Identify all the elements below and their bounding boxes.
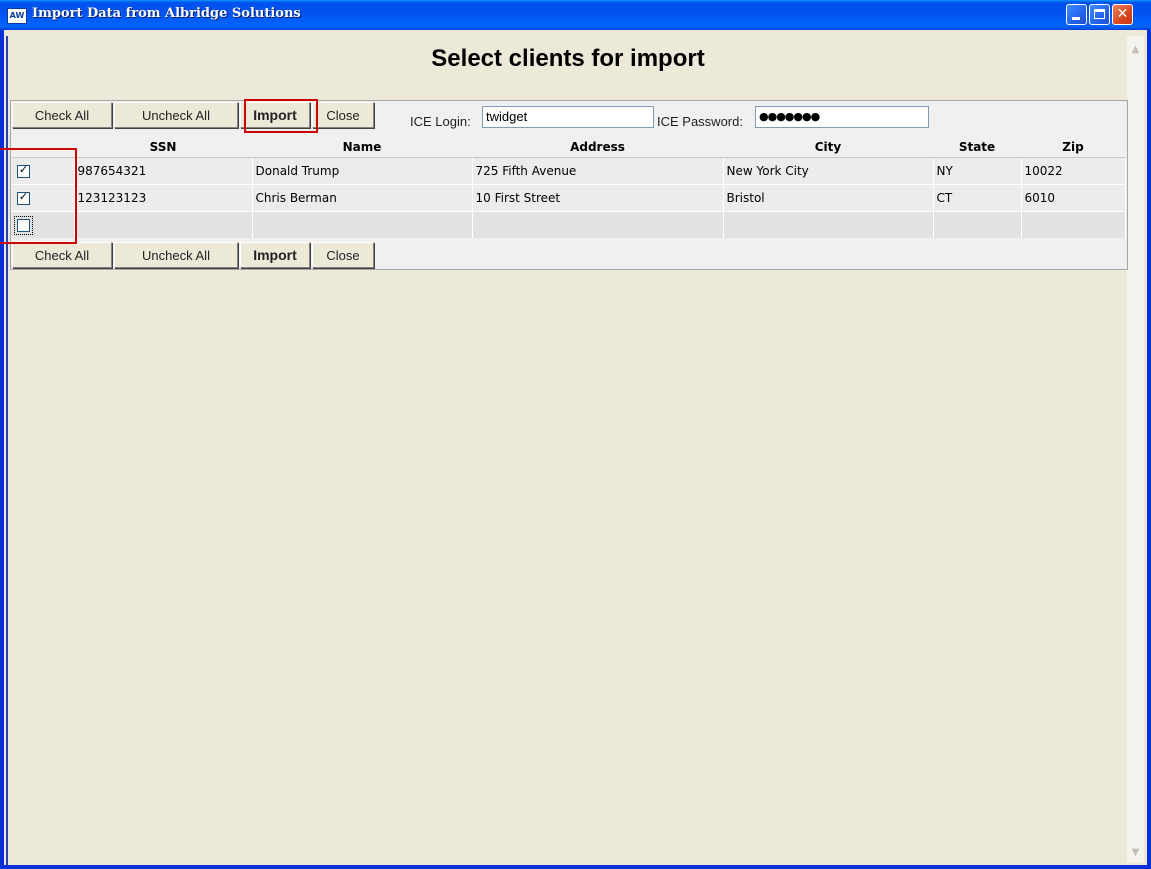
- name-cell[interactable]: Chris Berman: [252, 184, 473, 212]
- column-header-state[interactable]: State: [933, 137, 1021, 158]
- checkbox-highlight-box: [0, 148, 77, 244]
- column-header-ssn[interactable]: SSN: [74, 137, 252, 158]
- ssn-cell[interactable]: 123123123: [74, 184, 253, 212]
- uncheck-all-button[interactable]: Uncheck All: [114, 102, 238, 128]
- ice-login-label: ICE Login:: [410, 114, 471, 129]
- column-header-address[interactable]: Address: [472, 137, 723, 158]
- ssn-cell[interactable]: 987654321: [74, 157, 253, 185]
- name-cell[interactable]: Donald Trump: [252, 157, 473, 185]
- uncheck-all-button[interactable]: Uncheck All: [114, 242, 238, 268]
- ssn-cell[interactable]: [74, 211, 253, 238]
- address-cell[interactable]: 725 Fifth Avenue: [472, 157, 724, 185]
- maximize-button[interactable]: [1089, 4, 1110, 25]
- window-frame-bottom: [0, 865, 1151, 869]
- ice-login-input[interactable]: twidget: [482, 106, 654, 128]
- zip-cell[interactable]: [1021, 211, 1126, 238]
- minimize-button[interactable]: [1066, 4, 1087, 25]
- zip-cell[interactable]: 6010: [1021, 184, 1126, 212]
- address-cell[interactable]: 10 First Street: [472, 184, 724, 212]
- title-bar[interactable]: AW Import Data from Albridge Solutions ✕: [0, 0, 1151, 30]
- window-close-button[interactable]: ✕: [1112, 4, 1133, 25]
- scroll-up-icon[interactable]: ▲: [1128, 42, 1143, 57]
- check-all-button[interactable]: Check All: [12, 242, 112, 268]
- app-icon: AW: [7, 8, 27, 24]
- state-cell[interactable]: NY: [933, 157, 1022, 185]
- scroll-down-icon[interactable]: ▼: [1128, 845, 1143, 860]
- minimize-icon: [1072, 17, 1080, 20]
- ice-password-label: ICE Password:: [657, 114, 743, 129]
- state-cell[interactable]: [933, 211, 1022, 238]
- import-button[interactable]: Import: [240, 242, 310, 268]
- page-title: Select clients for import: [431, 45, 705, 72]
- column-header-zip[interactable]: Zip: [1021, 137, 1125, 158]
- close-button[interactable]: Close: [312, 242, 374, 268]
- top-toolbar: Check All Uncheck All Import Close: [12, 102, 376, 130]
- column-header-city[interactable]: City: [723, 137, 933, 158]
- city-cell[interactable]: [723, 211, 934, 238]
- address-cell[interactable]: [472, 211, 724, 238]
- bottom-toolbar: Check All Uncheck All Import Close: [12, 242, 376, 270]
- zip-cell[interactable]: 10022: [1021, 157, 1126, 185]
- window-title: Import Data from Albridge Solutions: [32, 6, 301, 21]
- vertical-scrollbar[interactable]: ▲ ▼: [1127, 36, 1144, 862]
- window-frame-right: [1147, 30, 1151, 869]
- check-all-button[interactable]: Check All: [12, 102, 112, 128]
- table-header-row: SSN Name Address City State Zip: [12, 137, 1125, 158]
- import-highlight-box: [244, 99, 318, 133]
- state-cell[interactable]: CT: [933, 184, 1022, 212]
- column-header-name[interactable]: Name: [252, 137, 472, 158]
- ice-password-input[interactable]: ●●●●●●●: [755, 106, 929, 128]
- import-window: AW Import Data from Albridge Solutions ✕…: [0, 0, 1151, 869]
- maximize-icon: [1094, 9, 1105, 19]
- city-cell[interactable]: Bristol: [723, 184, 934, 212]
- close-button[interactable]: Close: [312, 102, 374, 128]
- table-row[interactable]: [12, 211, 1126, 238]
- table-row[interactable]: ✓ 123123123 Chris Berman 10 First Street…: [12, 184, 1126, 212]
- close-icon: ✕: [1116, 6, 1129, 22]
- city-cell[interactable]: New York City: [723, 157, 934, 185]
- name-cell[interactable]: [252, 211, 473, 238]
- table-row[interactable]: ✓ 987654321 Donald Trump 725 Fifth Avenu…: [12, 157, 1126, 185]
- clients-table: SSN Name Address City State Zip ✓ 987654…: [12, 137, 1126, 238]
